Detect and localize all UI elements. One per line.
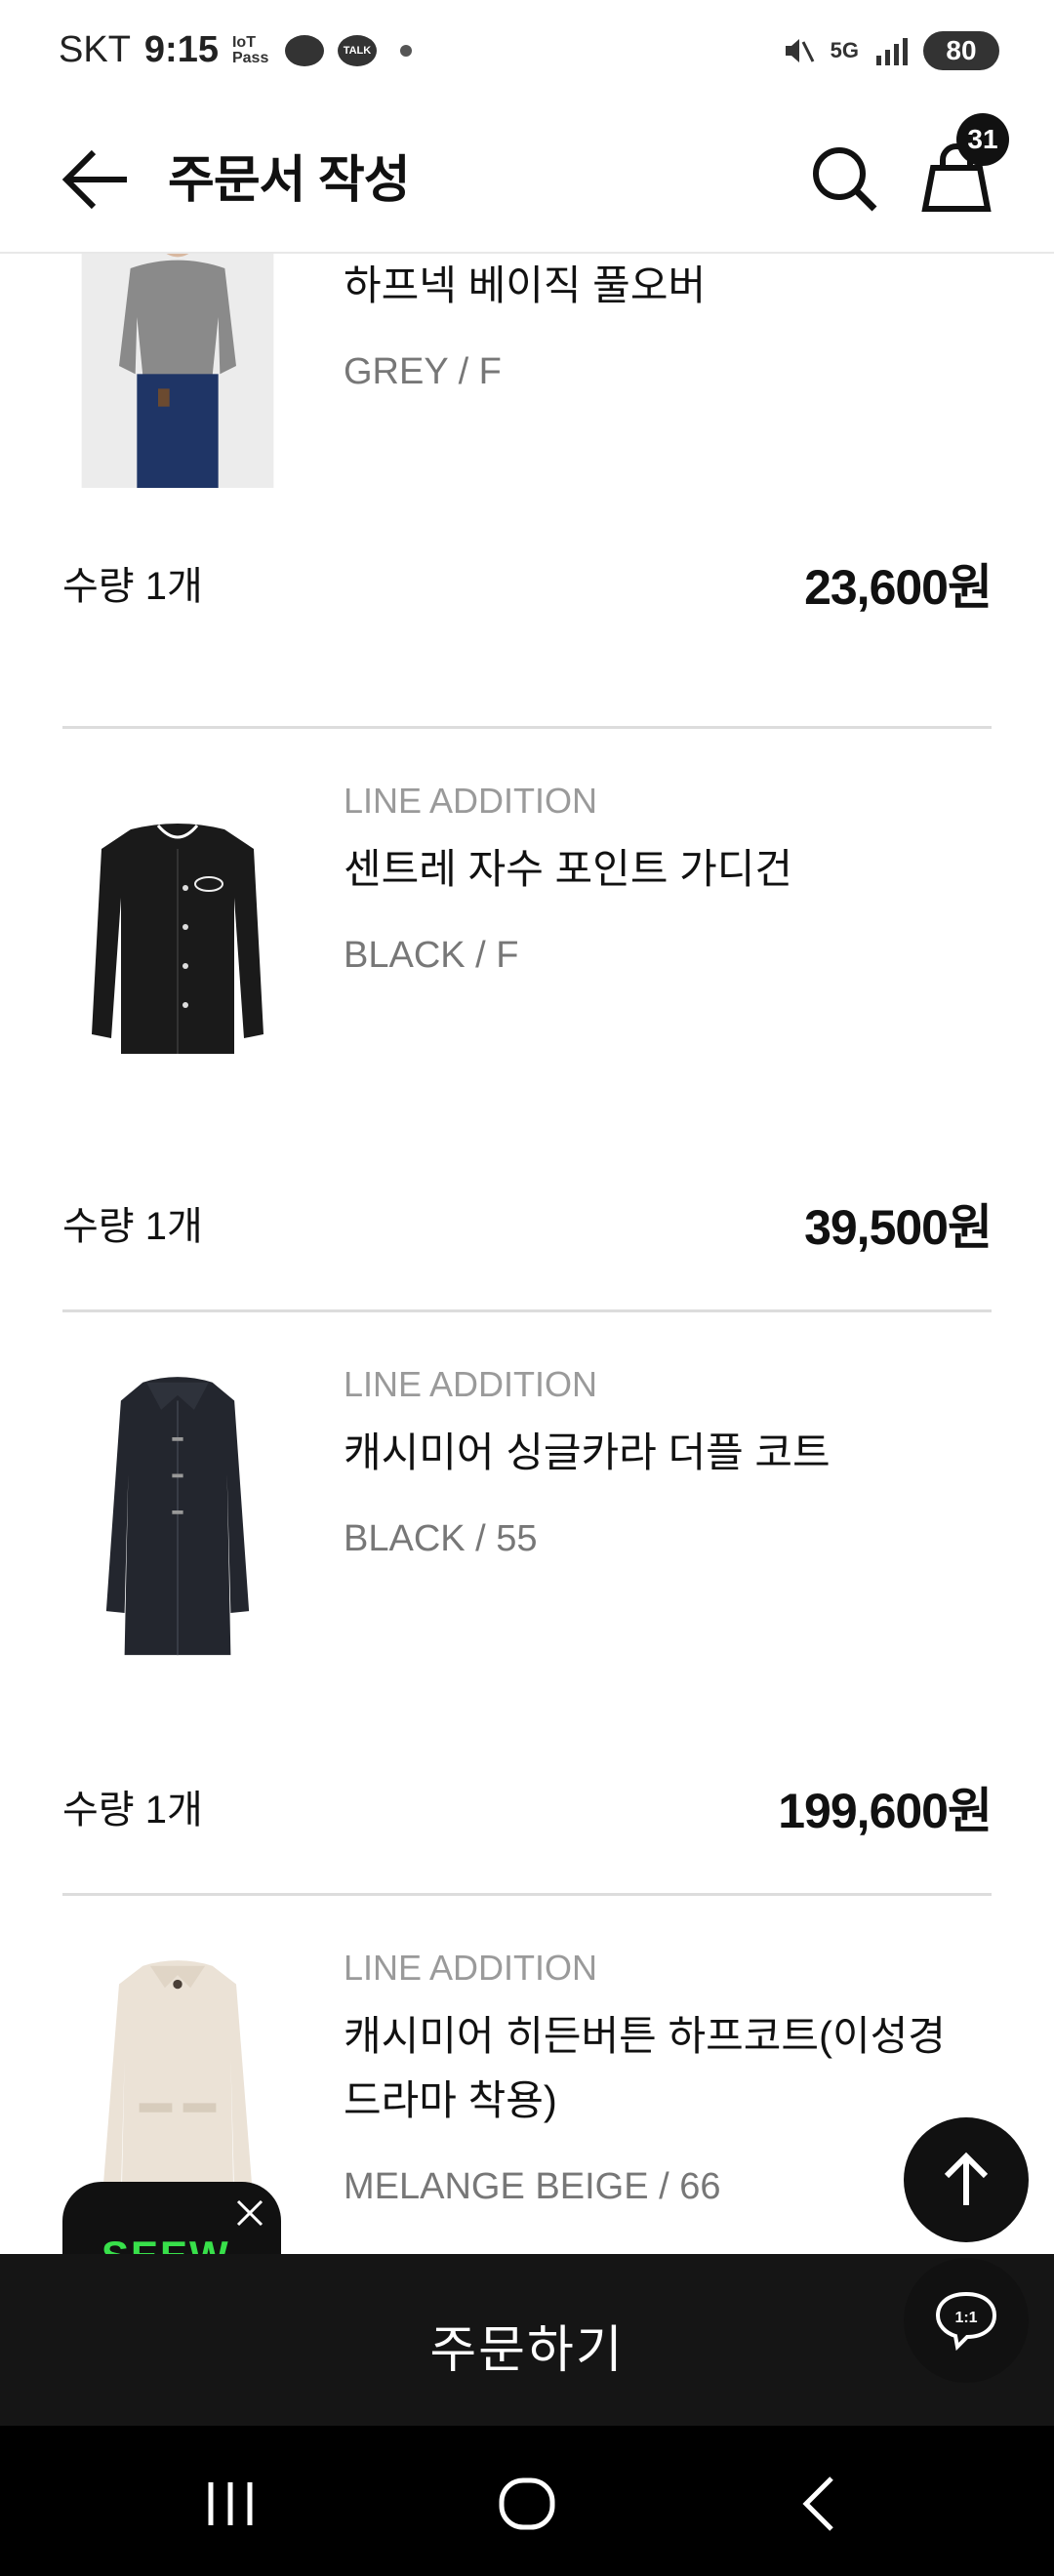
search-icon[interactable] [806, 139, 884, 217]
quantity-label: 수량 1개 [62, 1205, 203, 1248]
promo-banner[interactable]: SEEW [62, 2182, 281, 2254]
item-divider [62, 1309, 992, 1312]
network-5g-icon: 5G [830, 38, 859, 62]
item-price: 199,600원 [778, 1784, 993, 1838]
status-right: 5G 80 [782, 31, 999, 70]
product-name[interactable]: 센트레 자수 포인트 가디건 [344, 837, 992, 902]
order-button[interactable]: 주문하기 [0, 2254, 1054, 2426]
home-icon[interactable] [488, 2465, 566, 2543]
system-nav-bar [0, 2426, 1054, 2576]
item-divider [62, 726, 992, 729]
product-option: BLACK / 55 [344, 1518, 538, 1559]
chat-label: 1:1 [954, 2310, 977, 2326]
item-info: 하프넥 베이직 풀오버 GREY / F [344, 254, 992, 393]
clock-time: 9:15 [143, 29, 219, 70]
close-icon[interactable] [232, 2195, 267, 2231]
product-name[interactable]: 하프넥 베이직 풀오버 [344, 254, 992, 318]
item-info: LINE ADDITION 캐시미어 싱글카라 더플 코트 BLACK / 55 [344, 1364, 992, 1560]
page-title: 주문서 작성 [168, 152, 411, 209]
brand-label: LINE ADDITION [344, 1364, 598, 1404]
status-left: SKT 9:15 IoT Pass TALK [59, 29, 412, 71]
recent-apps-icon[interactable] [191, 2465, 269, 2543]
promo-text: SEEW [101, 2233, 230, 2254]
scroll-to-top-button[interactable] [904, 2117, 1029, 2242]
chat-bubble-icon: 1:1 [935, 2291, 997, 2351]
product-option: GREY / F [344, 351, 502, 392]
battery-icon: 80 [923, 31, 999, 70]
product-image-duffle-coat [69, 1364, 286, 1657]
item-price: 39,500원 [804, 1200, 993, 1255]
app-header: 주문서 작성 31 [0, 109, 1054, 254]
back-arrow-icon[interactable] [59, 142, 133, 217]
product-option: MELANGE BEIGE / 66 [344, 2166, 721, 2207]
order-button-label: 주문하기 [429, 2322, 625, 2379]
brand-label: LINE ADDITION [344, 1948, 598, 1988]
cart-count-badge: 31 [956, 113, 1009, 166]
quantity-label: 수량 1개 [62, 1789, 203, 1831]
product-name[interactable]: 캐시미어 히든버튼 하프코트(이성경 드라마 착용) [344, 2004, 992, 2133]
product-name[interactable]: 캐시미어 싱글카라 더플 코트 [344, 1421, 992, 1485]
item-price: 23,600원 [804, 560, 993, 615]
status-bar: SKT 9:15 IoT Pass TALK 5G 80 [0, 0, 1054, 109]
product-image-cardigan [62, 790, 293, 1083]
back-icon[interactable] [781, 2465, 859, 2543]
arrow-up-icon [944, 2152, 989, 2205]
notification-dot-icon [399, 44, 412, 57]
brand-label: LINE ADDITION [344, 781, 598, 821]
order-items-list: 하프넥 베이직 풀오버 GREY / F 수량 1개 23,600원 LINE … [0, 254, 1054, 2254]
product-image-pullover [81, 254, 274, 488]
carrier-label: SKT [59, 29, 131, 70]
iot-pass-icon: IoT Pass [231, 33, 269, 66]
product-option: BLACK / F [344, 935, 519, 976]
chat-bubble-icon [284, 34, 324, 66]
mute-icon [785, 39, 814, 62]
kakao-talk-icon: TALK [337, 34, 377, 66]
signal-icon [876, 38, 908, 65]
quantity-label: 수량 1개 [62, 565, 203, 608]
item-divider [62, 1893, 992, 1896]
chat-support-button[interactable]: 1:1 [904, 2258, 1029, 2383]
item-info: LINE ADDITION 캐시미어 히든버튼 하프코트(이성경 드라마 착용)… [344, 1948, 992, 2208]
item-info: LINE ADDITION 센트레 자수 포인트 가디건 BLACK / F [344, 781, 992, 977]
